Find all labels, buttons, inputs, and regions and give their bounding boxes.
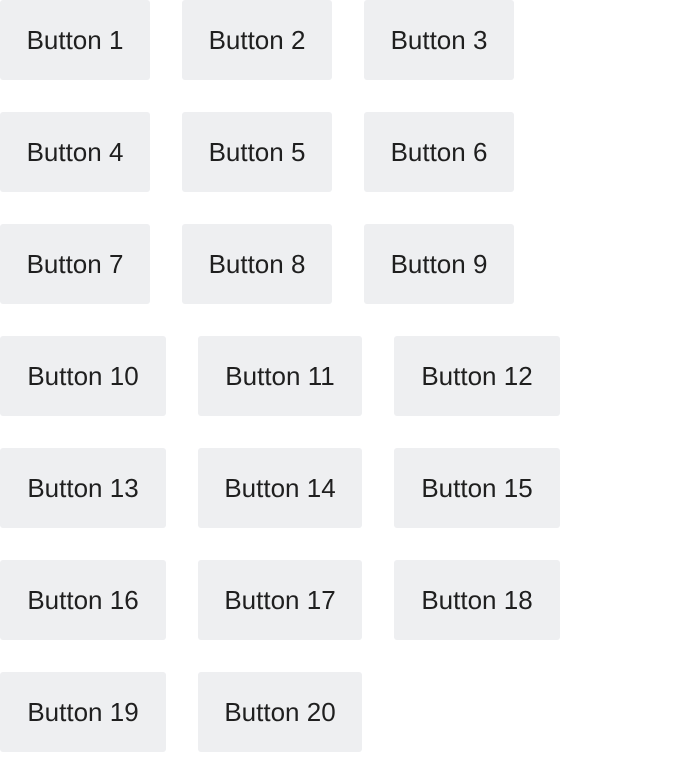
button-1[interactable]: Button 1 [0,0,150,80]
button-15[interactable]: Button 15 [394,448,560,528]
button-9[interactable]: Button 9 [364,224,514,304]
button-5[interactable]: Button 5 [182,112,332,192]
button-8[interactable]: Button 8 [182,224,332,304]
button-2[interactable]: Button 2 [182,0,332,80]
button-14[interactable]: Button 14 [198,448,362,528]
button-19[interactable]: Button 19 [0,672,166,752]
button-18[interactable]: Button 18 [394,560,560,640]
button-4[interactable]: Button 4 [0,112,150,192]
button-grid: Button 1 Button 2 Button 3 Button 4 Butt… [0,0,686,784]
button-13[interactable]: Button 13 [0,448,166,528]
button-6[interactable]: Button 6 [364,112,514,192]
button-17[interactable]: Button 17 [198,560,362,640]
button-10[interactable]: Button 10 [0,336,166,416]
button-20[interactable]: Button 20 [198,672,362,752]
button-16[interactable]: Button 16 [0,560,166,640]
button-3[interactable]: Button 3 [364,0,514,80]
button-7[interactable]: Button 7 [0,224,150,304]
button-12[interactable]: Button 12 [394,336,560,416]
button-11[interactable]: Button 11 [198,336,362,416]
